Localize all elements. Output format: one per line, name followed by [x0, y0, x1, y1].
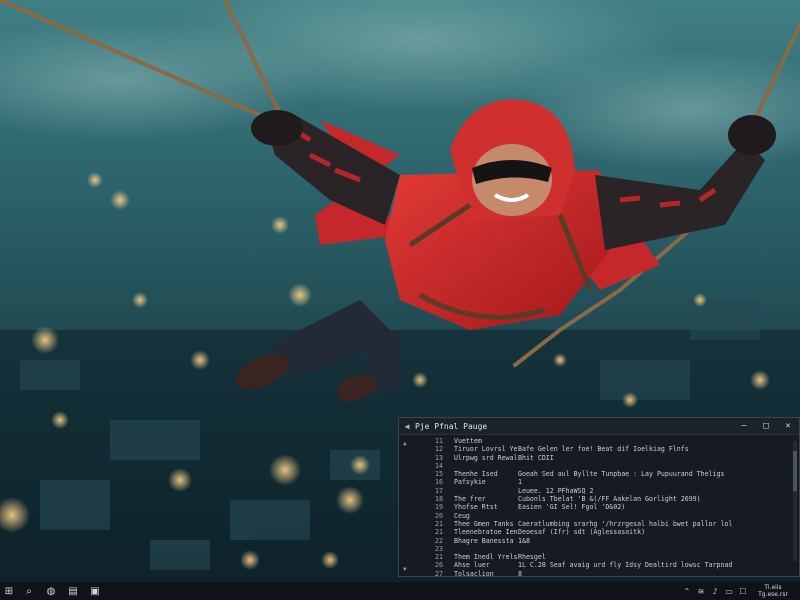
wifi-icon[interactable]: ≋ [694, 582, 708, 600]
text-row: 16 Pafsykie 1 [415, 478, 789, 486]
window-titlebar[interactable]: ◀ Pje Pfnal Pauge – □ ✕ [399, 418, 799, 435]
battery-icon[interactable]: ▭ [722, 582, 736, 600]
scrollbar-thumb[interactable] [793, 451, 797, 491]
file-explorer-icon[interactable]: ▤ [62, 582, 84, 600]
minimize-icon[interactable]: – [733, 421, 755, 431]
row-key: Bhagre Banessta [454, 536, 514, 545]
row-value: Leuee. 12 PFhaWSQ 2 [518, 486, 594, 495]
text-row: 26 Ahse luer 1L C.28 Seaf avaig urd fly Id… [415, 561, 789, 569]
row-key: Tiruor Lovrsl Yeroh [454, 445, 518, 454]
row-value [518, 512, 789, 520]
row-value: Goeah Sed aul Byllte Tunpbae : Lay Pupuu… [518, 470, 725, 479]
text-row: 17 Leuee. 12 PFhaWSQ 2 [415, 487, 789, 495]
line-number: 18 [435, 495, 443, 504]
maximize-icon[interactable]: □ [755, 421, 777, 431]
search-icon[interactable]: ⌕ [18, 582, 40, 600]
speaker-icon[interactable]: ♪ [708, 582, 722, 600]
text-row: 19 Yhofse Rtst Easien 'GI Sel! Fgol 'D&02) [415, 503, 789, 511]
window-body: ▲ ▼ 11 Vuettem 12 Tiruor Lovrsl YerohBafe G… [399, 435, 799, 577]
row-key [454, 545, 518, 553]
row-value: Bhit CDII [518, 453, 554, 462]
line-number: 21 [435, 553, 443, 562]
text-row: 21 Tleenebratoe IeneeDeoesaf (Ifr) sdt (A… [415, 528, 789, 536]
line-number: 19 [435, 503, 443, 512]
line-number: 21 [435, 528, 443, 537]
row-value: Bafe Gelen ler foe! Beat dif Ioelkiag Fl… [518, 445, 689, 454]
line-number: 13 [435, 453, 443, 462]
row-value: Caeratlumbing srarhg '/hrzrgesal halbi b… [518, 519, 733, 528]
row-value: 1 [518, 478, 522, 487]
line-number: 22 [435, 536, 443, 545]
terminal-window[interactable]: ◀ Pje Pfnal Pauge – □ ✕ ▲ ▼ 11 Vuettem 12 T… [398, 417, 800, 577]
row-key: Ulrpwg srd Rewal [454, 453, 518, 462]
taskbar: ⊞ ⌕ ◍ ▤ ▣ ⌃ ≋ ♪ ▭ ☐ Ti.eiis Tg.ese.rsr [0, 582, 800, 600]
window-title: Pje Pfnal Pauge [415, 421, 488, 431]
row-key: Ahse luer [454, 561, 490, 570]
clock[interactable]: Ti.eiis Tg.ese.rsr [750, 584, 800, 598]
window-gutter: ▲ ▼ [399, 435, 413, 576]
arrow-left-icon[interactable]: ◀ [399, 422, 415, 431]
line-number: 14 [435, 461, 443, 470]
browser-icon[interactable]: ◍ [40, 582, 62, 600]
line-number: 11 [435, 437, 443, 445]
row-key: The frer [454, 495, 486, 504]
line-number: 26 [435, 561, 443, 570]
text-row: 23 [415, 545, 789, 553]
row-value: Cubonls Tbelat 'B &(/FF Aakelan Gorlight… [518, 495, 701, 504]
line-number: 27 [435, 569, 443, 577]
text-row: 21 Thee Gmen Tanks Caeratlumbing srarhg '/… [415, 520, 789, 528]
row-value: 1&8 [518, 536, 530, 545]
row-key: Thenhe Ised [454, 470, 498, 479]
row-value [518, 545, 789, 553]
row-key: Thee Gmen Tanks [454, 519, 514, 528]
text-row: 27 Tolsaclion 8 [415, 569, 789, 577]
line-number: 12 [435, 445, 443, 454]
text-row: 22 Bhagre Banessta 1&8 [415, 537, 789, 545]
scrollbar[interactable] [793, 441, 797, 561]
text-row: 14 [415, 462, 789, 470]
row-key [454, 462, 518, 470]
close-icon[interactable]: ✕ [777, 421, 799, 431]
text-row: 12 Tiruor Lovrsl YerohBafe Gelen ler foe!… [415, 445, 789, 453]
line-number: 15 [435, 470, 443, 479]
row-key: Tleenebratoe Ienee [454, 528, 518, 537]
chevron-up-icon[interactable]: ⌃ [680, 582, 694, 600]
row-key: Tolsaclion [454, 569, 494, 577]
row-value: Rhesgel [518, 553, 546, 562]
line-number: 23 [435, 544, 443, 553]
text-row: 15 Thenhe Ised Goeah Sed aul Byllte Tunpba… [415, 470, 789, 478]
scroll-down-icon[interactable]: ▼ [403, 566, 407, 573]
row-value: 1L C.28 Seaf avaig urd fly Idsy Dealtird… [518, 561, 733, 570]
row-value: Easien 'GI Sel! Fgol 'D&02) [518, 503, 626, 512]
row-key: Vuettem [454, 437, 482, 445]
row-key: Pafsykie [454, 478, 486, 487]
text-row: 13 Ulrpwg srd Rewal Bhit CDII [415, 454, 789, 462]
text-row: 21 Them Inedl YrelsedRhesgel [415, 553, 789, 561]
row-value [518, 462, 789, 470]
scroll-up-icon[interactable]: ▲ [403, 440, 407, 447]
clock-time: Ti.eiis [764, 584, 782, 591]
row-key: Yhofse Rtst [454, 503, 498, 512]
line-number: 17 [435, 486, 443, 495]
text-row: 11 Vuettem [415, 437, 789, 445]
row-key: Them Inedl Yrelsed [454, 553, 518, 562]
text-row: 18 The frer Cubonls Tbelat 'B &(/FF Aakela… [415, 495, 789, 503]
line-number: 16 [435, 478, 443, 487]
clock-date: Tg.ese.rsr [758, 591, 788, 598]
row-key: Ceug [454, 511, 470, 520]
line-number: 20 [435, 511, 443, 520]
row-value: Deoesaf (Ifr) sdt (Aglessasaitk) [518, 528, 646, 537]
notification-icon[interactable]: ☐ [736, 582, 750, 600]
row-value: 8 [518, 569, 522, 577]
text-row: 20 Ceug [415, 512, 789, 520]
row-value [518, 437, 789, 445]
windows-start-icon[interactable]: ⊞ [0, 582, 18, 600]
line-number: 21 [435, 519, 443, 528]
app-icon[interactable]: ▣ [84, 582, 106, 600]
row-key [454, 487, 518, 495]
row-list: 11 Vuettem 12 Tiruor Lovrsl YerohBafe Gelen… [415, 437, 789, 577]
